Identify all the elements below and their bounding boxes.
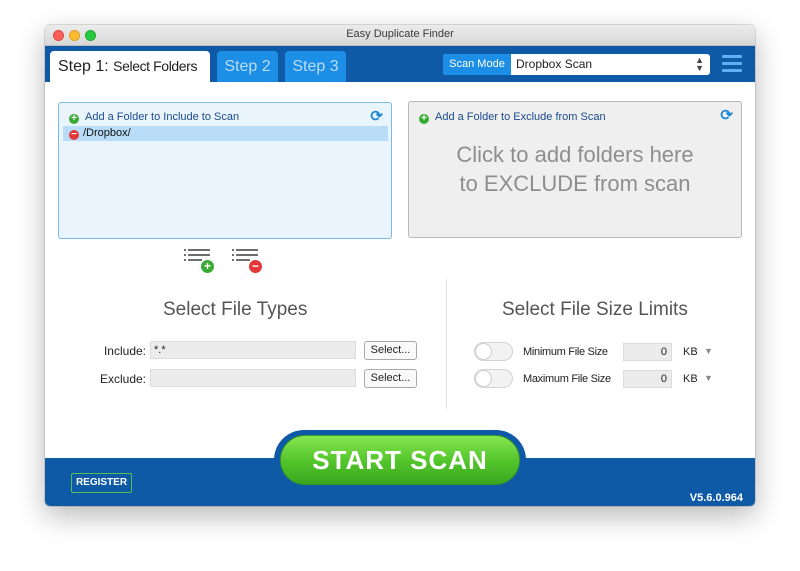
include-types-field[interactable]: *.* — [150, 341, 356, 359]
min-size-unit-dropdown-icon[interactable]: ▼ — [704, 346, 713, 356]
select-arrows-icon: ▲ ▼ — [695, 55, 704, 73]
app-window: Easy Duplicate Finder Step 1: Select Fol… — [45, 25, 755, 506]
window-title: Easy Duplicate Finder — [346, 28, 454, 40]
scan-mode-value: Dropbox Scan — [516, 57, 593, 71]
min-size-field[interactable]: 0 — [623, 343, 672, 361]
include-select-button[interactable]: Select... — [364, 341, 417, 360]
exclude-types-label: Exclude: — [99, 372, 146, 386]
include-panel-header[interactable]: + Add a Folder to Include to Scan — [69, 111, 239, 124]
remove-folder-list-icon[interactable]: − — [232, 247, 264, 273]
title-bar: Easy Duplicate Finder — [45, 25, 755, 46]
start-scan-button[interactable]: START SCAN — [280, 435, 520, 485]
exclude-panel-header[interactable]: + Add a Folder to Exclude from Scan — [419, 111, 606, 124]
add-icon: + — [419, 114, 429, 124]
min-size-toggle[interactable] — [474, 342, 513, 361]
max-size-label: Maximum File Size — [523, 373, 611, 385]
version-label: V5.6.0.964 — [689, 492, 743, 504]
toggle-knob — [475, 370, 492, 387]
tab-step-3[interactable]: Step 3 — [285, 51, 346, 82]
max-size-unit-dropdown-icon[interactable]: ▼ — [704, 373, 713, 383]
toggle-knob — [475, 343, 492, 360]
max-size-field[interactable]: 0 — [623, 370, 672, 388]
tab-step-2[interactable]: Step 2 — [217, 51, 278, 82]
tab-step-1-label: Select Folders — [113, 58, 198, 74]
file-types-title: Select File Types — [163, 299, 308, 320]
add-icon: + — [201, 260, 214, 273]
remove-icon[interactable]: − — [69, 130, 79, 140]
section-divider — [446, 279, 447, 409]
register-button[interactable]: REGISTER — [71, 473, 132, 493]
max-size-toggle[interactable] — [474, 369, 513, 388]
tab-step-1-prefix: Step 1: — [58, 58, 109, 75]
include-panel-header-text: Add a Folder to Include to Scan — [85, 111, 240, 123]
file-size-title: Select File Size Limits — [502, 299, 688, 320]
scan-mode-label: Scan Mode — [443, 54, 511, 75]
tab-step-1[interactable]: Step 1: Select Folders — [50, 51, 210, 82]
min-size-label: Minimum File Size — [523, 346, 608, 358]
add-folder-list-icon[interactable]: + — [184, 247, 216, 273]
tab-bar: Step 1: Select Folders Step 2 Step 3 Sca… — [45, 46, 755, 82]
add-icon: + — [69, 114, 79, 124]
include-types-label: Include: — [103, 344, 146, 358]
hamburger-menu-icon[interactable] — [722, 55, 742, 73]
max-size-unit: KB — [683, 373, 698, 385]
exclude-folders-panel[interactable]: + Add a Folder to Exclude from Scan ⟳ Cli… — [408, 101, 742, 238]
include-folders-panel[interactable]: + Add a Folder to Include to Scan ⟳ −/Dro… — [58, 102, 392, 239]
exclude-placeholder: Click to add folders here to EXCLUDE fro… — [409, 140, 741, 198]
exclude-select-button[interactable]: Select... — [364, 369, 417, 388]
folder-path: /Dropbox/ — [83, 127, 131, 139]
refresh-icon[interactable]: ⟳ — [720, 106, 733, 124]
remove-icon: − — [249, 260, 262, 273]
exclude-types-field[interactable] — [150, 369, 356, 387]
exclude-panel-header-text: Add a Folder to Exclude from Scan — [435, 111, 606, 123]
exclude-placeholder-line-2: to EXCLUDE from scan — [459, 171, 691, 196]
list-item[interactable]: −/Dropbox/ — [63, 126, 388, 141]
refresh-icon[interactable]: ⟳ — [370, 107, 383, 125]
min-size-unit: KB — [683, 346, 698, 358]
scan-mode-select[interactable]: Scan Mode Dropbox Scan ▲ ▼ — [443, 54, 710, 75]
exclude-placeholder-line-1: Click to add folders here — [456, 142, 694, 167]
